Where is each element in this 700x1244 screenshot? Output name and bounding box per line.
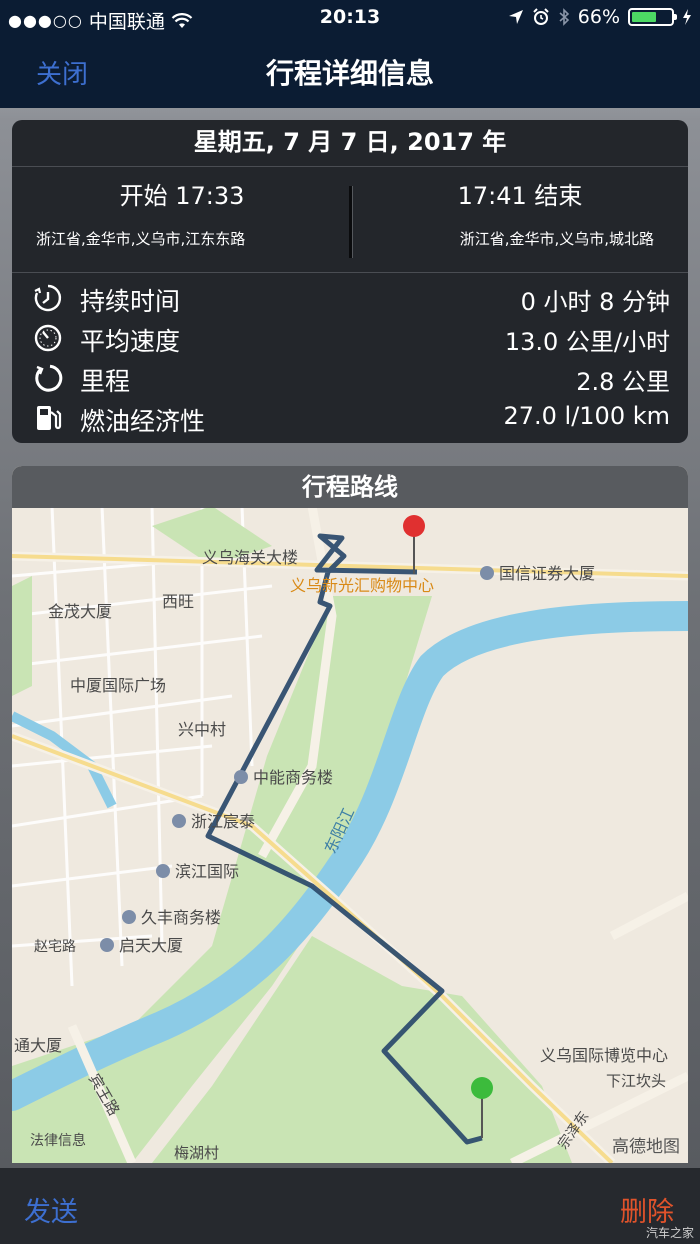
fuel-pump-icon [37,406,62,430]
page-title: 行程详细信息 [265,57,434,90]
building-poi-icon [100,938,114,952]
map-label-xiwang: 西旺 [162,592,195,611]
map-label-jinmao: 金茂大厦 [48,602,113,621]
stat-label: 平均速度 [80,327,181,356]
building-poi-icon [480,566,494,580]
status-bar: ●●●○○ 中国联通 20:13 66% [0,0,700,36]
map-label-guoxin: 国信证券大厦 [480,560,595,584]
bottom-toolbar: 发送 删除 汽车之家 [0,1168,700,1244]
map-label-zhongneng: 中能商务楼 [234,764,333,788]
stat-label: 燃油经济性 [80,407,206,436]
stat-distance: 里程 2.8 公里 [12,358,688,398]
map-label-law: 法律信息 [30,1133,86,1149]
route-map-title: 行程路线 [12,466,688,508]
end-address: 浙江省,金华市,义乌市,城北路 [459,230,654,248]
map-label-xingzhong: 兴中村 [178,720,227,739]
stopwatch-icon [34,284,62,312]
stat-label: 里程 [80,367,131,396]
route-map-card: 行程路线 义乌海关大楼 义乌新光汇购物中心 国信证券大厦 西旺 金茂大厦 中厦国… [12,466,688,1163]
start-address: 浙江省,金华市,义乌市,江东东路 [36,230,246,248]
start-time: 开始 17:33 [119,182,245,210]
map-label-binjiang: 滨江国际 [156,858,239,882]
battery-percent: 66% [577,6,620,28]
end-location-pin-icon[interactable] [403,515,425,537]
map-label-xiajiang: 下江坎头 [606,1072,667,1090]
stat-label: 持续时间 [80,287,181,316]
start-end-divider [349,186,353,258]
end-time: 17:41 结束 [457,182,583,210]
map-label-tong: 通大厦 [14,1036,63,1055]
charging-bolt-icon [683,9,691,25]
stat-duration: 持续时间 0 小时 8 分钟 [12,278,688,318]
trip-start-end: 开始 17:33 17:41 结束 浙江省,金华市,义乌市,江东东路 浙江省,金… [12,166,688,273]
map-label-mall: 义乌新光汇购物中心 [290,576,435,595]
stat-value: 27.0 l/100 km [503,402,670,430]
send-button[interactable]: 发送 [24,1190,78,1229]
bluetooth-icon [559,8,569,26]
map-label-expo: 义乌国际博览中心 [540,1046,669,1065]
map-label-meihu: 梅湖村 [174,1144,220,1162]
map-label-chentai: 浙江宸泰 [172,808,255,832]
odometer-icon [35,364,63,392]
watermark: 汽车之家 [645,1226,694,1240]
speedometer-icon [34,324,62,352]
map-label-qitian: 启天大厦 [100,932,183,956]
building-poi-icon [156,864,170,878]
map-label-zhaizhai: 赵宅路 [34,939,76,955]
map-label-zhongxia: 中厦国际广场 [70,676,167,695]
stat-fuel-economy: 燃油经济性 27.0 l/100 km [12,398,688,438]
stat-value: 13.0 公里/小时 [504,328,670,356]
map-provider-logo: 高德地图 [612,1137,680,1157]
building-poi-icon [234,770,248,784]
alarm-icon [533,8,549,25]
location-arrow-icon [508,10,523,24]
building-poi-icon [122,910,136,924]
trip-date: 星期五, 7 月 7 日, 2017 年 [12,120,688,167]
stat-value: 0 小时 8 分钟 [520,288,670,316]
stat-value: 2.8 公里 [576,368,670,396]
map-label-jiufeng: 久丰商务楼 [122,904,221,928]
navigation-bar: 关闭 行程详细信息 [0,36,700,108]
map-label-customs: 义乌海关大楼 [202,548,299,567]
stat-avg-speed: 平均速度 13.0 公里/小时 [12,318,688,358]
trip-info-card: 星期五, 7 月 7 日, 2017 年 开始 17:33 17:41 结束 浙… [12,120,688,443]
battery-icon [628,8,677,26]
trip-stats: 持续时间 0 小时 8 分钟 平均速度 13.0 公里/小时 里程 2.8 公里 [12,278,688,438]
building-poi-icon [172,814,186,828]
start-location-pin-icon[interactable] [471,1077,493,1099]
